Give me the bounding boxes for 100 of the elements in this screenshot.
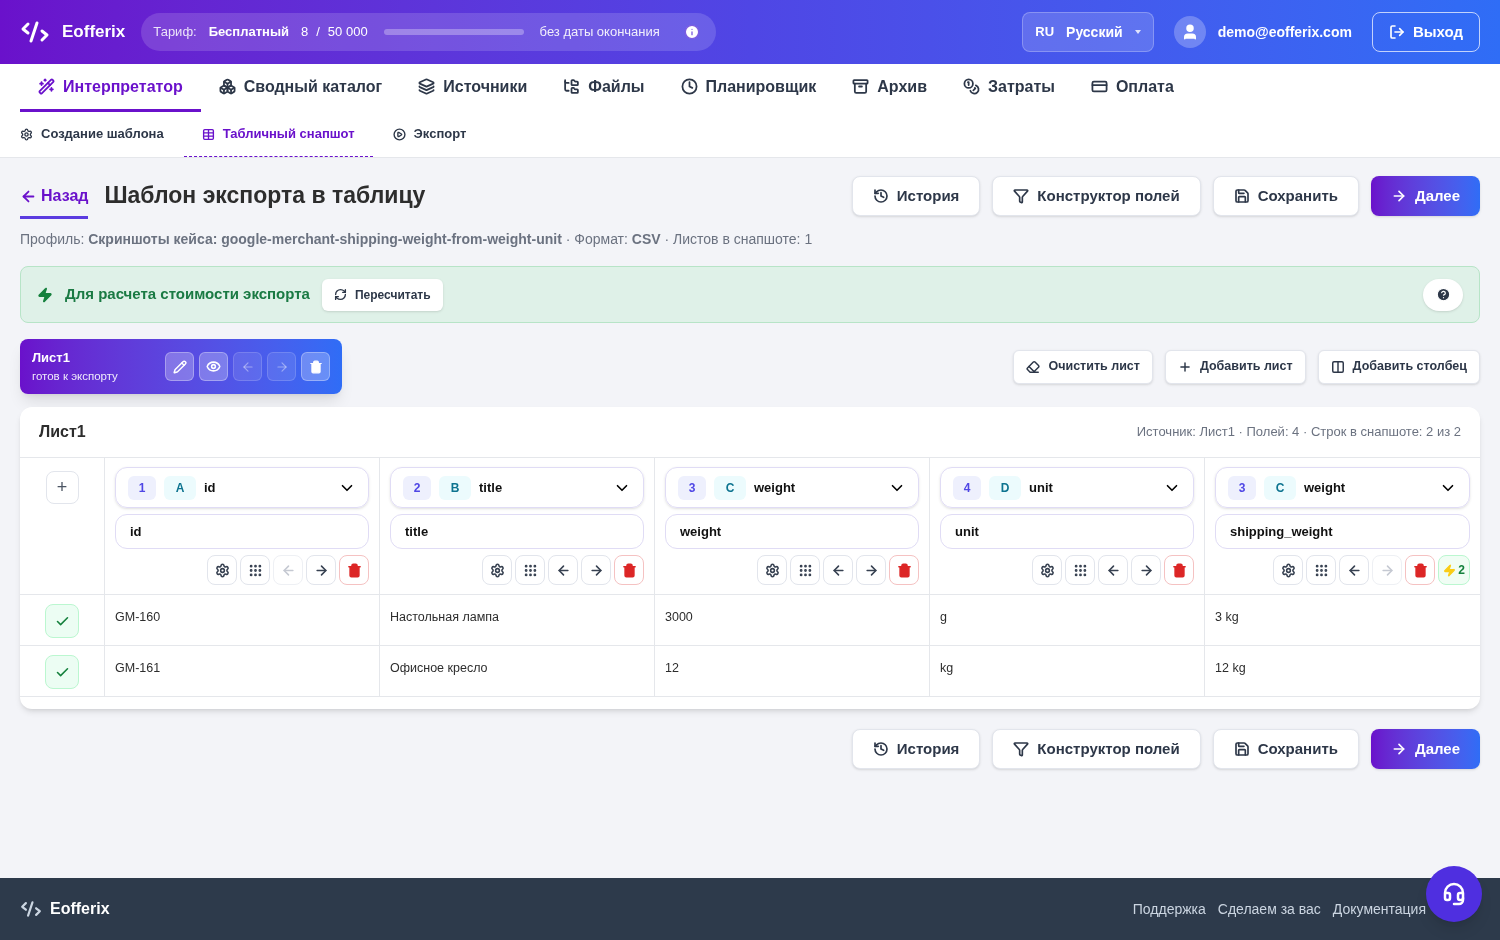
action-button[interactable]: Конструктор полей [992, 729, 1201, 769]
next-button[interactable]: Далее [1370, 176, 1480, 216]
sub-tab[interactable]: Экспорт [392, 112, 467, 157]
sheet-action-button[interactable]: Очистить лист [1013, 349, 1153, 384]
delete-button[interactable] [889, 555, 919, 585]
plan-name: Бесплатный [208, 23, 289, 42]
move-left-button[interactable] [823, 555, 853, 585]
move-right-button[interactable] [1131, 555, 1161, 585]
row-checkbox[interactable] [45, 604, 79, 638]
gear-icon [20, 127, 33, 141]
sheet-name: Лист1 [32, 349, 71, 368]
footer-link[interactable]: Документация [1332, 898, 1426, 920]
nav-tab[interactable]: Оплата [1072, 64, 1192, 112]
column-name-field[interactable]: weight [665, 514, 919, 549]
footer-brand: Eofferix [50, 899, 110, 919]
plan-expiry: без даты окончания [539, 23, 660, 42]
column-index: 3 [678, 475, 706, 500]
sub-tab[interactable]: Создание шаблона [20, 112, 164, 157]
column-name-field[interactable]: title [390, 514, 644, 549]
nav-tab[interactable]: Затраты [945, 64, 1073, 112]
settings-button[interactable] [207, 555, 237, 585]
action-button[interactable]: Сохранить [1212, 176, 1359, 216]
coins-icon [963, 78, 980, 95]
grip-dots-icon [247, 562, 263, 578]
trash-icon [1412, 562, 1428, 578]
sheet-tab[interactable]: Лист1 готов к экспорту [20, 339, 342, 394]
help-button[interactable] [1423, 278, 1463, 311]
settings-button[interactable] [1032, 555, 1062, 585]
recalculate-button[interactable]: Пересчитать [321, 278, 443, 311]
logout-button[interactable]: Выход [1371, 12, 1480, 52]
drag-handle[interactable] [1065, 555, 1095, 585]
source-select[interactable]: 1 A id [115, 467, 369, 508]
column-name-field[interactable]: id [115, 514, 369, 549]
move-left-button[interactable] [548, 555, 578, 585]
language-select[interactable]: RU Русский [1022, 12, 1154, 52]
move-left-button[interactable] [1339, 555, 1370, 585]
info-icon[interactable] [683, 24, 700, 40]
drag-handle[interactable] [790, 555, 820, 585]
gear-icon [1280, 562, 1296, 578]
column-index: 3 [1228, 475, 1256, 500]
source-select[interactable]: 3 C weight [1215, 467, 1470, 508]
drag-handle[interactable] [240, 555, 270, 585]
grip-dots-icon [1072, 562, 1088, 578]
next-button[interactable]: Далее [1370, 729, 1480, 769]
move-right-button[interactable] [306, 555, 336, 585]
nav-tab[interactable]: Источники [400, 64, 546, 112]
source-select[interactable]: 2 B title [390, 467, 644, 508]
drag-handle[interactable] [1306, 555, 1337, 585]
help-icon [1435, 287, 1451, 302]
action-button[interactable]: История [851, 176, 981, 216]
trash-icon [621, 562, 637, 578]
nav-tab[interactable]: Архив [834, 64, 945, 112]
action-button[interactable]: Сохранить [1212, 729, 1359, 769]
delete-button[interactable] [614, 555, 644, 585]
sheet-status: готов к экспорту [32, 368, 118, 384]
delete-button[interactable] [1405, 555, 1436, 585]
delete-button[interactable] [339, 555, 369, 585]
brand-name: Eofferix [62, 21, 126, 44]
table-meta: Источник: Лист1 · Полей: 4 · Строк в снапшоте: 2 из 2 [1136, 423, 1461, 442]
column-name-field[interactable]: shipping_weight [1215, 514, 1470, 549]
footer-link[interactable]: Сделаем за вас [1217, 898, 1321, 920]
arrow-right-icon [313, 562, 329, 578]
drag-handle[interactable] [515, 555, 545, 585]
source-field: weight [754, 477, 796, 498]
sub-tab[interactable]: Табличный снапшот [183, 112, 373, 157]
footer-link[interactable]: Поддержка [1132, 898, 1206, 920]
table-cell: GM-161 [115, 661, 161, 675]
support-chat-button[interactable] [1426, 866, 1482, 922]
nav-tab[interactable]: Интерпретатор [20, 64, 201, 112]
move-right-button[interactable] [856, 555, 886, 585]
source-select[interactable]: 4 D unit [940, 467, 1194, 508]
trash-icon [896, 562, 912, 578]
edit-button[interactable] [165, 352, 194, 381]
source-select[interactable]: 3 C weight [665, 467, 919, 508]
back-link[interactable]: Назад [20, 184, 89, 219]
move-right-button[interactable] [581, 555, 611, 585]
column-index: 1 [128, 475, 156, 500]
plan-label: Тариф: [153, 23, 197, 42]
action-button[interactable]: Конструктор полей [992, 176, 1201, 216]
nav-tab[interactable]: Сводный каталог [200, 64, 401, 112]
arrow-right-icon [1138, 562, 1154, 578]
column-name-field[interactable]: unit [940, 514, 1194, 549]
rule-count-badge[interactable]: 2 [1438, 555, 1470, 585]
view-button[interactable] [199, 352, 228, 381]
profile-line: Профиль: Скриншоты кейса: google-merchant-shipping-weight-from-weight-unit · Формат: CSV · Листов в снапшоте: 1 [20, 230, 814, 249]
settings-button[interactable] [757, 555, 787, 585]
sheet-action-button[interactable]: Добавить лист [1164, 349, 1306, 384]
settings-button[interactable] [1273, 555, 1304, 585]
nav-tab[interactable]: Файлы [545, 64, 663, 112]
settings-button[interactable] [482, 555, 512, 585]
delete-button[interactable] [1164, 555, 1194, 585]
action-button[interactable]: История [851, 729, 981, 769]
arrow-right-icon [274, 359, 289, 374]
nav-tab[interactable]: Планировщик [662, 64, 835, 112]
move-left-button[interactable] [1098, 555, 1128, 585]
add-column-button[interactable]: + [45, 471, 79, 504]
sheet-action-button[interactable]: Добавить столбец [1317, 349, 1480, 384]
row-checkbox[interactable] [45, 655, 79, 689]
table-cell: 3000 [665, 610, 693, 624]
boxes-icon [218, 78, 236, 95]
